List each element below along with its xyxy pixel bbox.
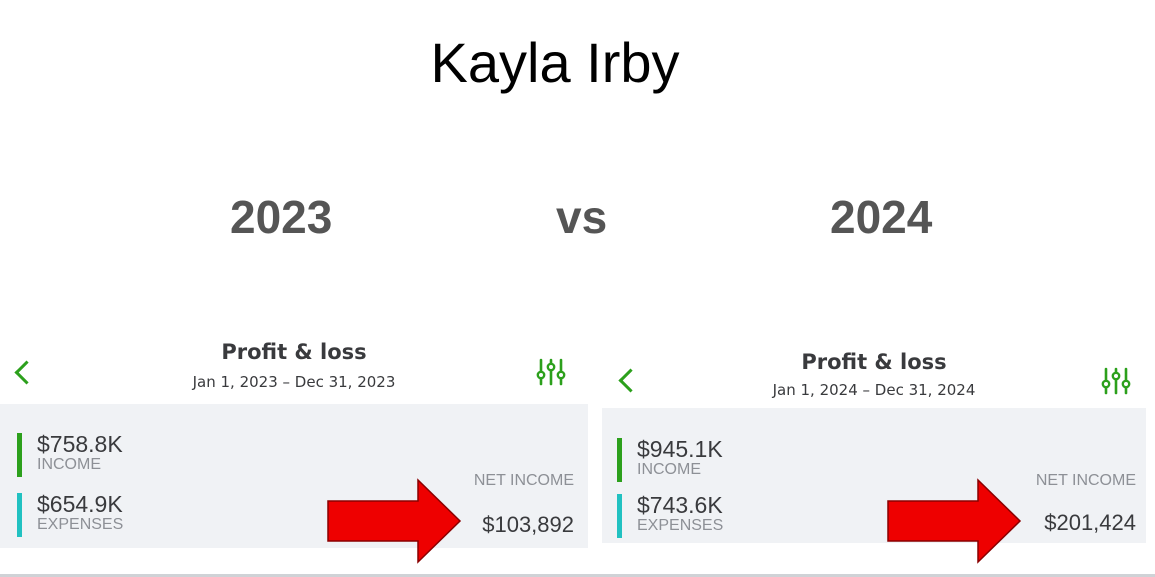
income-label: INCOME	[37, 456, 101, 473]
date-range[interactable]: Jan 1, 2024 – Dec 31, 2024	[602, 381, 1146, 399]
income-bar	[617, 438, 622, 482]
expenses-label: EXPENSES	[637, 517, 724, 534]
expenses-value: $743.6K	[637, 492, 723, 518]
net-income-value[interactable]: $103,892	[482, 512, 574, 538]
income-label: INCOME	[637, 461, 701, 478]
expenses-bar	[17, 493, 22, 537]
profit-loss-panel-2024: Profit & loss Jan 1, 2024 – Dec 31, 2024…	[602, 340, 1146, 543]
page-title: Kayla Irby	[430, 31, 680, 94]
profit-loss-panel-2023: Profit & loss Jan 1, 2023 – Dec 31, 2023…	[0, 330, 588, 548]
panel-title: Profit & loss	[801, 350, 947, 374]
vs-label: vs	[556, 191, 608, 243]
income-value: $758.8K	[37, 431, 123, 457]
net-income-label: NET INCOME	[1035, 472, 1136, 489]
income-value: $945.1K	[637, 436, 723, 462]
filter-settings-icon[interactable]	[1101, 367, 1131, 395]
net-income-label: NET INCOME	[473, 472, 574, 489]
summary-card: $758.8K INCOME $654.9K EXPENSES NET INCO…	[0, 404, 588, 548]
panel-title: Profit & loss	[221, 340, 367, 364]
expenses-label: EXPENSES	[37, 516, 124, 533]
filter-settings-icon[interactable]	[536, 358, 566, 386]
arrow-right-icon	[327, 478, 462, 564]
income-bar	[17, 433, 22, 477]
expenses-value: $654.9K	[37, 491, 123, 517]
net-income-value[interactable]: $201,424	[1044, 510, 1136, 536]
year-2023-label: 2023	[230, 191, 333, 243]
expenses-bar	[617, 494, 622, 538]
arrow-right-icon	[887, 478, 1022, 564]
date-range[interactable]: Jan 1, 2023 – Dec 31, 2023	[0, 373, 588, 391]
year-2024-label: 2024	[830, 191, 933, 243]
summary-card: $945.1K INCOME $743.6K EXPENSES NET INCO…	[602, 408, 1146, 543]
